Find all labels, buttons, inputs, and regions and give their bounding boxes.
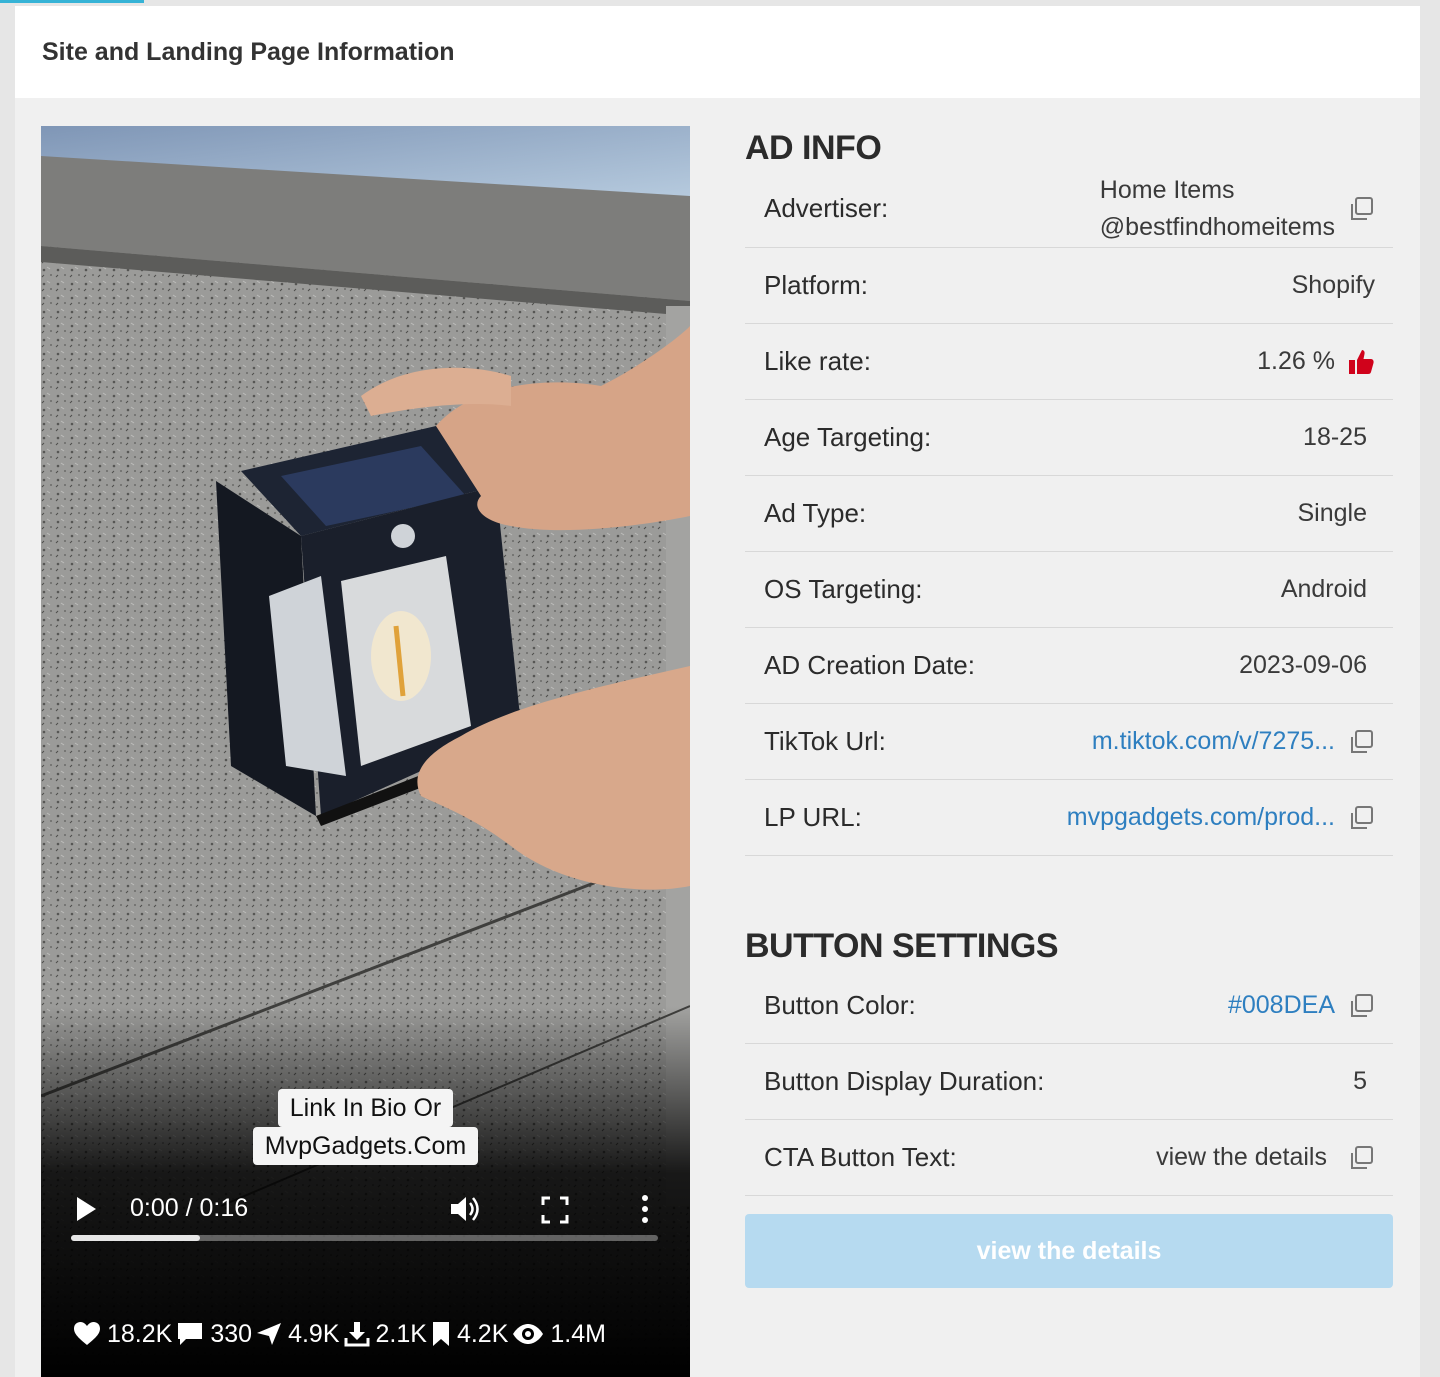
ad-type-label: Ad Type: [764, 498, 867, 528]
video-stats: 18.2K 330 4.9K 2.1K 4.2K 1.4M [73, 1316, 670, 1352]
video-caption: Link In Bio Or MvpGadgets.Com [41, 1089, 690, 1165]
button-color-value: #008DEA [1227, 991, 1335, 1019]
comments-count: 330 [210, 1319, 253, 1348]
cta-preview-button[interactable]: view the details [745, 1214, 1393, 1288]
likes-count: 18.2K [107, 1319, 173, 1348]
views-count: 1.4M [550, 1319, 606, 1348]
download-icon [344, 1322, 369, 1347]
date-value: 2023-09-06 [1239, 651, 1367, 679]
row-platform: Platform: Shopify [745, 248, 1393, 324]
platform-label: Platform: [764, 270, 869, 300]
stat-shares: 4.9K [256, 1319, 340, 1349]
like-rate-value: 1.26 % [1257, 347, 1335, 375]
play-icon[interactable] [75, 1196, 97, 1222]
video-controls: 0:00 / 0:16 [41, 1166, 690, 1256]
row-creation-date: AD Creation Date: 2023-09-06 [745, 628, 1393, 704]
ad-info-title: AD INFO [745, 129, 882, 167]
date-label: AD Creation Date: [764, 650, 975, 680]
caption-line-2: MvpGadgets.Com [252, 1127, 479, 1165]
shares-count: 4.9K [288, 1319, 340, 1348]
row-button-duration: Button Display Duration: 5 [745, 1044, 1393, 1120]
row-cta-text: CTA Button Text: view the details [745, 1120, 1393, 1196]
caption-line-1: Link In Bio Or [277, 1089, 454, 1127]
heart-icon [74, 1322, 100, 1345]
cta-text-label: CTA Button Text: [764, 1142, 957, 1172]
advertiser-handle: @bestfindhomeitems [1099, 212, 1335, 241]
row-lp-url: LP URL: mvpgadgets.com/prod... [745, 780, 1393, 856]
row-advertiser: Advertiser: Home Items @bestfindhomeitem… [745, 170, 1393, 248]
row-ad-type: Ad Type: Single [745, 476, 1393, 552]
like-rate-label: Like rate: [764, 346, 871, 376]
button-duration-label: Button Display Duration: [764, 1066, 1045, 1096]
button-color-label: Button Color: [764, 990, 916, 1020]
cta-text-value-wrap: view the details [1156, 1143, 1375, 1172]
saves-count: 4.2K [456, 1319, 509, 1348]
copy-icon[interactable] [1347, 728, 1375, 756]
lp-label: LP URL: [764, 802, 862, 832]
advertiser-value: Home Items @bestfindhomeitems [1100, 172, 1375, 246]
stat-likes: 18.2K [73, 1320, 172, 1349]
os-label: OS Targeting: [764, 574, 923, 604]
copy-icon[interactable] [1347, 1144, 1375, 1172]
button-color-value-wrap: #008DEA [1228, 991, 1375, 1020]
copy-icon[interactable] [1347, 992, 1375, 1020]
bookmark-icon [432, 1322, 449, 1346]
tiktok-url-link[interactable]: m.tiktok.com/v/7275... [1092, 727, 1335, 756]
copy-icon[interactable] [1347, 195, 1375, 223]
lp-value-wrap: mvpgadgets.com/prod... [1067, 803, 1375, 832]
age-value: 18-25 [1303, 423, 1367, 451]
button-settings-rows: Button Color: #008DEA Button Display Dur… [745, 968, 1393, 1196]
like-rate-value-wrap: 1.26 % [1257, 347, 1375, 376]
ad-info-panel: AD INFO Advertiser: Home Items @bestfind… [745, 126, 1393, 1288]
card-header: Site and Landing Page Information [15, 6, 1420, 98]
eye-icon [513, 1324, 544, 1344]
advertiser-label: Advertiser: [764, 193, 889, 223]
platform-value: Shopify [1291, 271, 1375, 299]
video-player[interactable]: Link In Bio Or MvpGadgets.Com 0:00 / 0:1… [41, 126, 690, 1377]
video-progress-bar[interactable] [71, 1235, 658, 1241]
more-vertical-icon[interactable] [635, 1193, 655, 1225]
row-like-rate: Like rate: 1.26 % [745, 324, 1393, 400]
button-settings-title: BUTTON SETTINGS [745, 927, 1059, 965]
share-icon [257, 1323, 282, 1345]
comment-icon [178, 1323, 203, 1345]
stat-downloads: 2.1K [344, 1320, 427, 1349]
card-title: Site and Landing Page Information [42, 37, 455, 66]
ad-type-value: Single [1297, 499, 1368, 527]
tiktok-value-wrap: m.tiktok.com/v/7275... [1092, 727, 1375, 756]
video-time: 0:00 / 0:16 [130, 1194, 249, 1222]
stat-views: 1.4M [512, 1320, 606, 1349]
stat-saves: 4.2K [431, 1320, 508, 1349]
video-progress-fill [71, 1235, 201, 1241]
volume-icon[interactable] [449, 1194, 483, 1224]
lp-url-link[interactable]: mvpgadgets.com/prod... [1067, 803, 1335, 832]
downloads-count: 2.1K [375, 1319, 427, 1348]
tiktok-label: TikTok Url: [764, 726, 886, 756]
age-label: Age Targeting: [764, 422, 932, 452]
copy-icon[interactable] [1347, 804, 1375, 832]
thumbs-up-icon [1349, 349, 1374, 374]
stat-comments: 330 [176, 1320, 252, 1349]
row-age-targeting: Age Targeting: 18-25 [745, 400, 1393, 476]
fullscreen-icon[interactable] [541, 1196, 569, 1224]
button-duration-value: 5 [1353, 1067, 1367, 1095]
cta-text-value: view the details [1156, 1143, 1327, 1171]
top-accent-bar [0, 0, 144, 3]
site-landing-card: Site and Landing Page Information Link I… [15, 6, 1420, 1377]
advertiser-name: Home Items [1099, 175, 1235, 204]
os-value: Android [1280, 575, 1367, 603]
row-tiktok-url: TikTok Url: m.tiktok.com/v/7275... [745, 704, 1393, 780]
row-button-color: Button Color: #008DEA [745, 968, 1393, 1044]
row-os-targeting: OS Targeting: Android [745, 552, 1393, 628]
ad-info-rows: Advertiser: Home Items @bestfindhomeitem… [745, 170, 1393, 856]
